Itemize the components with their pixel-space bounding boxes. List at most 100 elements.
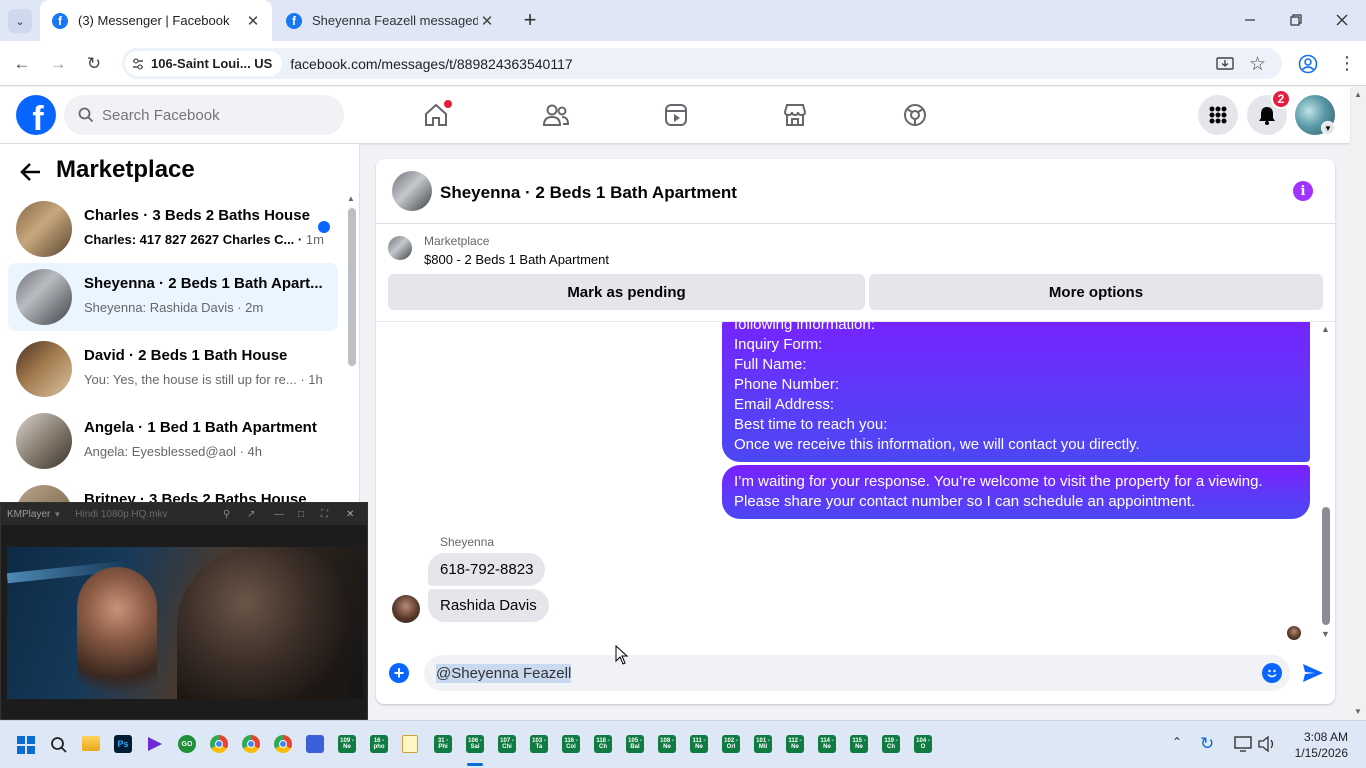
- incoming-message-bubble[interactable]: 618-792-8823: [428, 553, 546, 586]
- profile-icon[interactable]: [1298, 54, 1318, 77]
- listing-price[interactable]: $800 - 2 Beds 1 Bath Apartment: [424, 252, 609, 267]
- browser-menu-icon[interactable]: ⋮: [1338, 52, 1356, 74]
- start-icon[interactable]: [17, 736, 35, 754]
- kmplayer-close-icon[interactable]: ✕: [346, 509, 354, 520]
- notepad-icon[interactable]: [402, 735, 418, 753]
- minimize-icon[interactable]: [1242, 12, 1258, 28]
- conversation-sheyenna[interactable]: Sheyenna · 2 Beds 1 Bath Apart... Sheyen…: [8, 263, 338, 331]
- message-input[interactable]: @Sheyenna Feazell: [424, 655, 1290, 691]
- chrome-icon[interactable]: [274, 735, 292, 753]
- gaming-icon[interactable]: [899, 99, 931, 131]
- message-scroll-down-icon[interactable]: ▼: [1321, 629, 1330, 639]
- location-chip[interactable]: 106-Saint Loui... US: [125, 51, 283, 76]
- emoji-icon[interactable]: [1262, 663, 1282, 683]
- kmplayer-maximize-icon[interactable]: □: [298, 509, 304, 520]
- send-icon[interactable]: [1302, 663, 1324, 686]
- excel-window-icon[interactable]: 112 -Ne: [786, 735, 804, 753]
- kmplayer-titlebar[interactable]: KMPlayer ▼ Hindi 1080p HQ.mkv ⚲ ↗ — □ ⛶ …: [1, 503, 367, 525]
- excel-window-icon[interactable]: 106 -Sai: [466, 735, 484, 753]
- kmplayer-window[interactable]: KMPlayer ▼ Hindi 1080p HQ.mkv ⚲ ↗ — □ ⛶ …: [0, 502, 368, 720]
- network-icon[interactable]: [1234, 736, 1252, 755]
- sidebar-scrollbar-thumb[interactable]: [348, 208, 356, 366]
- excel-window-icon[interactable]: 101 -Mil: [754, 735, 772, 753]
- home-icon[interactable]: [420, 99, 452, 131]
- message-scroll-up-icon[interactable]: ▲: [1321, 324, 1330, 334]
- scroll-up-arrow-icon[interactable]: ▲: [1354, 90, 1362, 99]
- volume-icon[interactable]: [1258, 735, 1276, 755]
- add-attachment-icon[interactable]: +: [389, 663, 409, 683]
- video-frame[interactable]: [7, 547, 363, 699]
- reload-icon[interactable]: ↻: [81, 51, 107, 77]
- tab-close-icon[interactable]: ✕: [244, 12, 262, 30]
- video-icon[interactable]: [660, 99, 692, 131]
- back-icon[interactable]: ←: [9, 51, 35, 77]
- tab-sheyenna[interactable]: f Sheyenna Feazell messaged Sheyenna ✕: [274, 0, 506, 41]
- excel-window-icon[interactable]: 118 -Ch: [594, 735, 612, 753]
- excel-window-icon[interactable]: 16 -pho: [370, 735, 388, 753]
- facebook-search[interactable]: [64, 95, 344, 135]
- tab-messenger[interactable]: f (3) Messenger | Facebook ✕: [40, 0, 272, 41]
- chat-listing-avatar[interactable]: [392, 171, 432, 211]
- friends-icon[interactable]: [540, 99, 572, 131]
- back-arrow-icon[interactable]: [20, 162, 42, 185]
- excel-window-icon[interactable]: 115 -Ne: [850, 735, 868, 753]
- excel-window-icon[interactable]: 31 -Phi: [434, 735, 452, 753]
- chrome-icon[interactable]: [242, 735, 260, 753]
- conversation-angela[interactable]: Angela · 1 Bed 1 Bath Apartment Angela: …: [8, 407, 338, 475]
- info-icon[interactable]: i: [1293, 181, 1313, 201]
- tray-chevron-up-icon[interactable]: ⌃: [1172, 735, 1182, 749]
- tab-search-dropdown[interactable]: ⌄: [8, 9, 32, 33]
- forward-icon[interactable]: →: [45, 51, 71, 77]
- menu-grid-button[interactable]: [1198, 95, 1238, 135]
- excel-window-icon[interactable]: 111 -Ne: [690, 735, 708, 753]
- app-icon-green[interactable]: GO: [178, 735, 196, 753]
- excel-window-icon[interactable]: 109 -Ne: [338, 735, 356, 753]
- excel-window-icon[interactable]: 103 -Ta: [530, 735, 548, 753]
- outgoing-message-bubble[interactable]: following information: Inquiry Form: Ful…: [722, 322, 1310, 462]
- excel-window-icon[interactable]: 102 -Orl: [722, 735, 740, 753]
- conversation-charles[interactable]: Charles · 3 Beds 2 Baths House Charles: …: [8, 195, 338, 263]
- kmplayer-menu-chevron-icon[interactable]: ▼: [53, 510, 61, 519]
- message-scrollbar-thumb[interactable]: [1322, 507, 1330, 625]
- excel-window-icon[interactable]: 107 -Chi: [498, 735, 516, 753]
- restore-icon[interactable]: [1288, 12, 1304, 28]
- pin-icon[interactable]: ⚲: [223, 509, 230, 520]
- sync-icon[interactable]: ↻: [1200, 735, 1214, 753]
- notifications-button[interactable]: 2: [1247, 89, 1291, 135]
- excel-window-icon[interactable]: 119 -Ch: [882, 735, 900, 753]
- tab-close-icon[interactable]: ✕: [478, 12, 496, 30]
- taskbar-search-icon[interactable]: [50, 736, 68, 757]
- url-text[interactable]: facebook.com/messages/t/889824363540117: [290, 56, 572, 72]
- app-icon-blue[interactable]: [306, 735, 324, 753]
- new-tab-icon[interactable]: +: [519, 9, 541, 31]
- kmplayer-minimize-icon[interactable]: —: [274, 509, 284, 520]
- bookmark-star-icon[interactable]: ☆: [1249, 53, 1266, 76]
- install-app-icon[interactable]: [1216, 55, 1234, 76]
- fullscreen-icon[interactable]: ⛶: [321, 509, 328, 520]
- chat-title[interactable]: Sheyenna · 2 Beds 1 Bath Apartment: [440, 183, 737, 203]
- chrome-icon[interactable]: [210, 735, 228, 753]
- resize-icon[interactable]: ↗: [247, 509, 255, 520]
- photoshop-icon[interactable]: Ps: [114, 735, 132, 753]
- address-bar[interactable]: 106-Saint Loui... US facebook.com/messag…: [122, 48, 1282, 79]
- marketplace-icon[interactable]: [779, 99, 811, 131]
- file-explorer-icon[interactable]: [82, 736, 100, 751]
- window-close-icon[interactable]: [1334, 12, 1350, 28]
- incoming-message-bubble[interactable]: Rashida Davis: [428, 589, 549, 622]
- facebook-logo-icon[interactable]: f: [16, 95, 56, 135]
- taskbar-clock[interactable]: 3:08 AM 1/15/2026: [1295, 729, 1348, 761]
- excel-window-icon[interactable]: 104 -O: [914, 735, 932, 753]
- outgoing-message-bubble[interactable]: I’m waiting for your response. You’re we…: [722, 465, 1310, 519]
- media-player-icon[interactable]: [146, 735, 164, 753]
- excel-window-icon[interactable]: 105 -Bal: [626, 735, 644, 753]
- account-avatar[interactable]: ▼: [1295, 95, 1335, 135]
- excel-window-icon[interactable]: 116 -Col: [562, 735, 580, 753]
- search-input[interactable]: [102, 106, 322, 124]
- mark-as-pending-button[interactable]: Mark as pending: [388, 274, 865, 310]
- conversation-david[interactable]: David · 2 Beds 1 Bath House You: Yes, th…: [8, 335, 338, 403]
- more-options-button[interactable]: More options: [869, 274, 1323, 310]
- excel-window-icon[interactable]: 108 -Ne: [658, 735, 676, 753]
- listing-thumbnail[interactable]: [388, 236, 412, 260]
- scroll-down-arrow-icon[interactable]: ▼: [1354, 707, 1362, 716]
- excel-window-icon[interactable]: 114 -Ne: [818, 735, 836, 753]
